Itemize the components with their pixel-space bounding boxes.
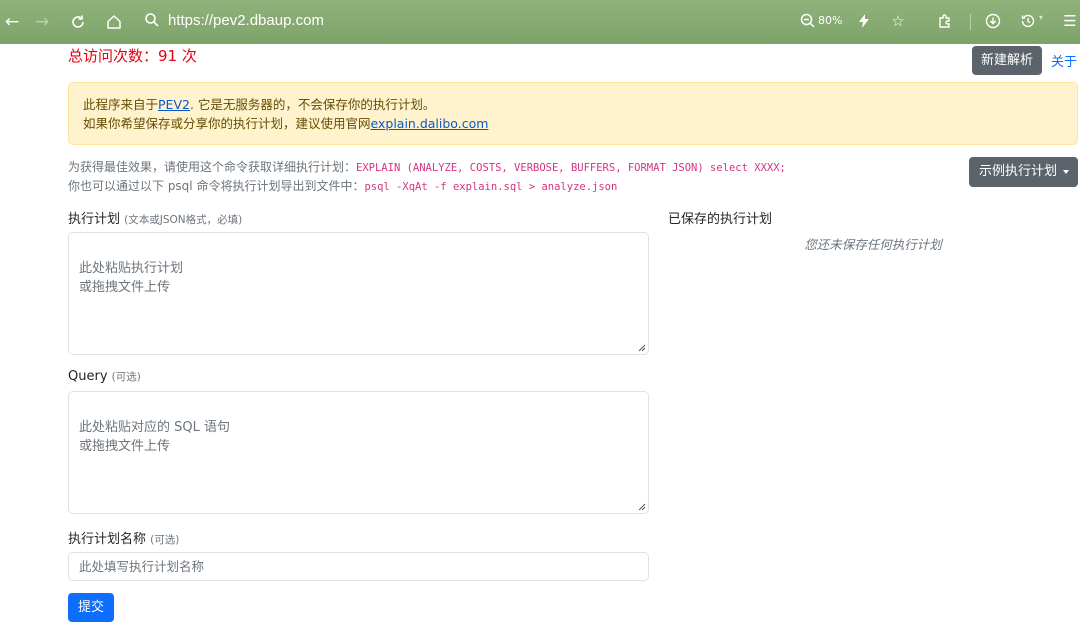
plan-name-label: 执行计划名称 (可选)	[68, 528, 179, 547]
explain-command: EXPLAIN (ANALYZE, COSTS, VERBOSE, BUFFER…	[356, 162, 786, 174]
plan-label-hint: (文本或JSON格式，必填)	[124, 214, 243, 226]
alert-text: 此程序来自于	[83, 97, 159, 112]
about-link[interactable]: 关于	[1051, 51, 1077, 70]
zoom-out-icon	[800, 13, 816, 29]
psql-command: psql -XqAt -f explain.sql > analyze.json	[364, 181, 618, 193]
home-icon[interactable]	[104, 12, 124, 32]
caret-down-icon	[1063, 170, 1069, 174]
pev2-link[interactable]: PEV2	[158, 97, 190, 112]
lightning-icon[interactable]	[854, 11, 874, 31]
search-icon	[144, 12, 162, 30]
plan-textarea[interactable]: 此处粘贴执行计划 或拖拽文件上传	[68, 232, 649, 355]
alert-line-2: 如果你希望保存或分享你的执行计划，建议使用官网explain.dalibo.co…	[83, 114, 1063, 133]
query-placeholder: 此处粘贴对应的 SQL 语句 或拖拽文件上传	[79, 420, 230, 454]
reload-icon[interactable]	[68, 12, 88, 32]
query-label-hint: (可选)	[111, 371, 141, 383]
toolbar-divider	[970, 14, 971, 30]
new-analysis-button[interactable]: 新建解析	[972, 46, 1042, 75]
plan-name-label-hint: (可选)	[150, 534, 180, 546]
saved-plans-title: 已保存的执行计划	[668, 212, 773, 227]
hint-text: 为获得最佳效果，请使用这个命令获取详细执行计划：	[68, 160, 357, 174]
plan-label-text: 执行计划	[68, 212, 121, 227]
plan-name-placeholder: 此处填写执行计划名称	[79, 559, 205, 574]
history-icon[interactable]	[1018, 11, 1038, 31]
info-alert: 此程序来自于PEV2. 它是无服务器的，不会保存你的执行计划。 如果你希望保存或…	[68, 82, 1078, 145]
plan-placeholder: 此处粘贴执行计划 或拖拽文件上传	[79, 261, 184, 295]
alert-text: . 它是无服务器的，不会保存你的执行计划。	[189, 97, 436, 112]
sample-plan-dropdown-button[interactable]: 示例执行计划	[969, 157, 1078, 187]
browser-toolbar: ← → https://pev2.dbaup.com 80% ☆ ▾ ☰	[0, 0, 1080, 44]
usage-hint: 为获得最佳效果，请使用这个命令获取详细执行计划：EXPLAIN (ANALYZE…	[68, 158, 958, 196]
star-icon[interactable]: ☆	[888, 11, 908, 31]
puzzle-extension-icon[interactable]	[935, 11, 955, 31]
query-textarea[interactable]: 此处粘贴对应的 SQL 语句 或拖拽文件上传	[68, 391, 649, 514]
plan-label: 执行计划 (文本或JSON格式，必填)	[68, 208, 242, 227]
plan-name-label-text: 执行计划名称	[68, 532, 147, 547]
plan-name-input[interactable]: 此处填写执行计划名称	[68, 552, 649, 581]
alert-text: 如果你希望保存或分享你的执行计划，建议使用官网	[83, 116, 371, 131]
address-bar-url: https://pev2.dbaup.com	[168, 12, 324, 29]
menu-icon[interactable]: ☰	[1060, 11, 1080, 31]
back-arrow-icon[interactable]: ←	[2, 12, 22, 32]
resize-grip-icon[interactable]	[638, 344, 646, 352]
saved-plans-empty-message: 您还未保存任何执行计划	[804, 237, 942, 252]
chevron-down-icon[interactable]: ▾	[1039, 13, 1043, 22]
sample-plan-label: 示例执行计划	[979, 164, 1058, 179]
download-icon[interactable]	[983, 11, 1003, 31]
resize-grip-icon[interactable]	[638, 503, 646, 511]
zoom-level: 80%	[818, 14, 843, 27]
forward-arrow-icon[interactable]: →	[32, 12, 52, 32]
submit-button[interactable]: 提交	[68, 593, 114, 622]
alert-line-1: 此程序来自于PEV2. 它是无服务器的，不会保存你的执行计划。	[83, 95, 1063, 114]
hint-text: 你也可以通过以下 psql 命令将执行计划导出到文件中：	[68, 179, 365, 193]
query-label-text: Query	[68, 369, 108, 384]
visit-counter: 总访问次数：91 次	[68, 47, 197, 65]
query-label: Query (可选)	[68, 369, 141, 384]
explain-dalibo-link[interactable]: explain.dalibo.com	[371, 116, 489, 131]
